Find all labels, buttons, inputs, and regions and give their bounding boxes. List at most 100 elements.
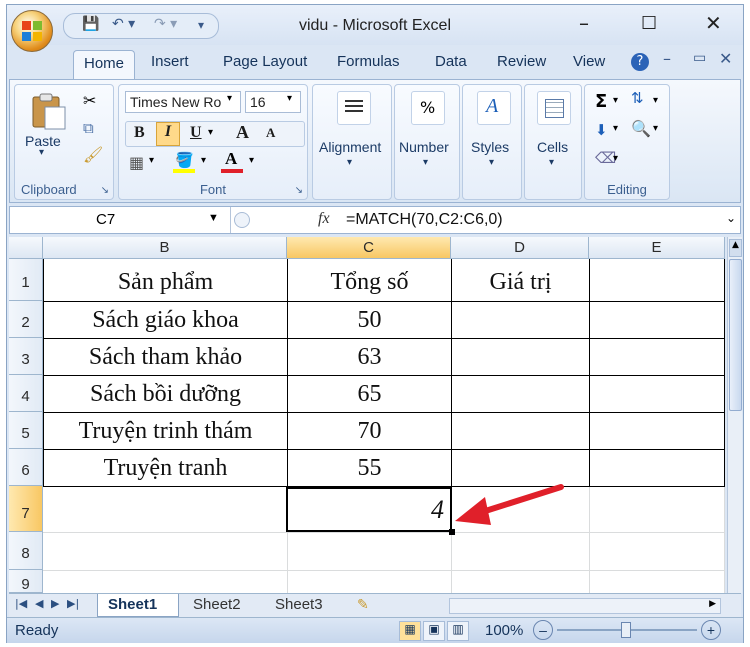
name-box[interactable]: C7 ▼ [10, 207, 231, 233]
ribbon-minimize-icon[interactable]: – [663, 49, 671, 68]
format-painter-icon[interactable]: 🖌 [83, 145, 103, 164]
font-color-dropdown-icon[interactable]: ▾ [249, 155, 254, 166]
font-color-icon[interactable]: A [221, 149, 245, 173]
autosum-icon[interactable]: Σ [595, 91, 607, 112]
zoom-out-icon[interactable]: – [533, 620, 553, 640]
sheet-last-icon[interactable]: ▶| [67, 597, 79, 610]
tab-view[interactable]: View [573, 53, 605, 70]
tab-insert[interactable]: Insert [151, 53, 189, 70]
sheet-tab-sheet3[interactable]: Sheet3 [275, 596, 323, 613]
horizontal-scrollbar[interactable]: ▶ [449, 598, 721, 614]
autosum-dropdown-icon[interactable]: ▾ [613, 95, 618, 106]
cut-icon[interactable]: ✂ [83, 91, 96, 110]
fill-color-dropdown-icon[interactable]: ▾ [201, 155, 206, 166]
normal-view-icon[interactable]: ▦ [399, 621, 421, 641]
fill-icon[interactable]: ⬇ [595, 121, 608, 139]
tab-home[interactable]: Home [73, 50, 136, 79]
select-all-corner[interactable] [9, 237, 43, 259]
insert-function-icon[interactable]: fx [318, 210, 330, 228]
name-box-dropdown-icon[interactable]: ▼ [208, 212, 219, 224]
row-header-7[interactable]: 7 [9, 486, 43, 532]
vertical-scroll-thumb[interactable] [729, 259, 742, 411]
row-header-5[interactable]: 5 [9, 412, 43, 449]
sort-filter-dropdown-icon[interactable]: ▾ [653, 95, 658, 106]
ribbon-close-icon[interactable]: ✕ [719, 49, 732, 68]
formula-bar-expander-icon[interactable] [234, 212, 250, 228]
cell-c5[interactable]: 70 [288, 418, 451, 445]
cell-b5[interactable]: Truyện trinh thám [44, 418, 287, 445]
column-header-b[interactable]: B [43, 237, 287, 259]
group-styles[interactable]: A Styles ▾ [462, 84, 522, 200]
active-cell-c7[interactable]: 4 [286, 487, 452, 532]
insert-sheet-icon[interactable]: ✎ [357, 597, 369, 613]
copy-icon[interactable]: ⧉ [83, 119, 94, 137]
find-select-dropdown-icon[interactable]: ▾ [653, 123, 658, 134]
group-cells[interactable]: Cells ▾ [524, 84, 582, 200]
borders-dropdown-icon[interactable]: ▾ [149, 155, 154, 166]
bold-button[interactable]: B [134, 124, 145, 142]
row-header-2[interactable]: 2 [9, 301, 43, 338]
cell-c4[interactable]: 65 [288, 381, 451, 408]
font-size-dropdown-icon[interactable]: ▾ [287, 93, 292, 104]
column-header-d[interactable]: D [451, 237, 589, 259]
row-header-6[interactable]: 6 [9, 449, 43, 486]
page-layout-view-icon[interactable]: ▣ [423, 621, 445, 641]
sheet-first-icon[interactable]: |◀ [15, 597, 27, 610]
group-number[interactable]: % Number ▾ [394, 84, 460, 200]
sort-filter-icon[interactable]: ⇅ [631, 89, 644, 107]
vertical-scrollbar[interactable]: ▲ [727, 237, 742, 593]
cell-b3[interactable]: Sách tham khảo [44, 344, 287, 371]
column-header-c[interactable]: C [287, 237, 451, 259]
font-launcher-icon[interactable]: ↘ [295, 185, 303, 196]
italic-button[interactable]: I [156, 122, 180, 146]
tab-formulas[interactable]: Formulas [337, 53, 400, 70]
group-alignment[interactable]: Alignment ▾ [312, 84, 392, 200]
zoom-in-icon[interactable]: + [701, 620, 721, 640]
cell-d1[interactable]: Giá trị [452, 269, 589, 296]
underline-button[interactable]: U [190, 124, 202, 142]
scroll-right-icon[interactable]: ▶ [709, 599, 716, 609]
office-button[interactable] [11, 10, 53, 52]
font-name-dropdown-icon[interactable]: ▾ [227, 93, 232, 104]
sheet-next-icon[interactable]: ▶ [51, 597, 59, 610]
font-name-combo[interactable]: Times New Ro [125, 91, 241, 113]
page-break-view-icon[interactable]: ▥ [447, 621, 469, 641]
fill-color-icon[interactable]: 🪣 [173, 151, 197, 173]
tab-review[interactable]: Review [497, 53, 546, 70]
borders-icon[interactable]: ▦ [129, 153, 144, 172]
cell-c3[interactable]: 63 [288, 344, 451, 371]
zoom-level[interactable]: 100% [485, 622, 523, 639]
column-header-e[interactable]: E [589, 237, 725, 259]
cell-b4[interactable]: Sách bồi dưỡng [44, 381, 287, 408]
row-header-4[interactable]: 4 [9, 375, 43, 412]
close-button[interactable]: ✕ [705, 11, 722, 35]
shrink-font-button[interactable]: A [266, 125, 275, 141]
ribbon-restore-icon[interactable]: ▭ [693, 50, 706, 66]
underline-dropdown-icon[interactable]: ▾ [208, 127, 213, 138]
cell-b2[interactable]: Sách giáo khoa [44, 307, 287, 334]
cell-b1[interactable]: Sản phẩm [44, 269, 287, 296]
fill-dropdown-icon[interactable]: ▾ [613, 123, 618, 134]
scroll-up-icon[interactable]: ▲ [729, 239, 742, 257]
cell-b6[interactable]: Truyện tranh [44, 455, 287, 482]
row-header-3[interactable]: 3 [9, 338, 43, 375]
tab-page-layout[interactable]: Page Layout [223, 53, 307, 70]
cell-c2[interactable]: 50 [288, 307, 451, 334]
sheet-tab-sheet2[interactable]: Sheet2 [193, 596, 241, 613]
sheet-tab-sheet1[interactable]: Sheet1 [97, 594, 179, 617]
grow-font-button[interactable]: A [236, 122, 249, 143]
zoom-slider-thumb[interactable] [621, 622, 631, 638]
cell-c1[interactable]: Tổng số [288, 269, 451, 296]
tab-data[interactable]: Data [435, 53, 467, 70]
row-header-1[interactable]: 1 [9, 259, 43, 301]
clear-dropdown-icon[interactable]: ▾ [613, 153, 618, 164]
row-header-9[interactable]: 9 [9, 570, 43, 593]
font-size-combo[interactable]: 16 [245, 91, 301, 113]
clipboard-launcher-icon[interactable]: ↘ [101, 185, 109, 196]
row-header-8[interactable]: 8 [9, 532, 43, 570]
formula-input[interactable]: =MATCH(70,C2:C6,0) [346, 211, 503, 229]
help-icon[interactable]: ? [631, 53, 649, 71]
paste-dropdown-icon[interactable]: ▾ [39, 147, 44, 158]
find-select-icon[interactable]: 🔍 [631, 119, 651, 138]
minimize-button[interactable]: – [579, 11, 589, 35]
